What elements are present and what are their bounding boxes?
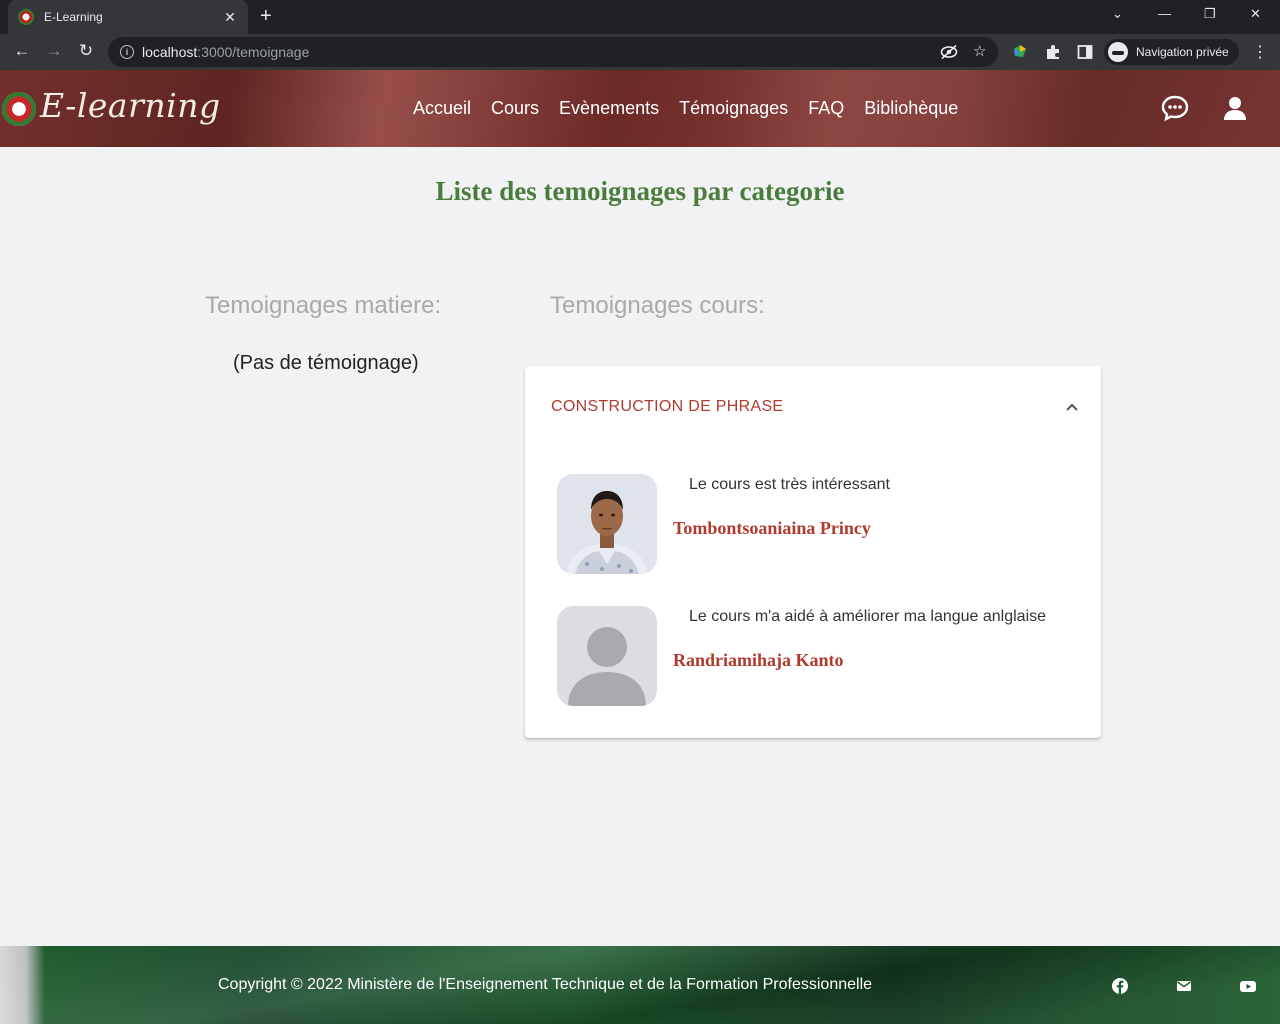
logo-emblem-icon[interactable] <box>2 92 36 126</box>
close-window-icon[interactable]: ✕ <box>1250 6 1261 22</box>
site-info-icon[interactable]: i <box>120 45 134 59</box>
facebook-icon[interactable] <box>1111 977 1129 995</box>
site-logo-text[interactable]: E-learning <box>40 86 221 125</box>
side-panel-icon[interactable] <box>1076 43 1094 61</box>
matiere-heading: Temoignages matiere: <box>205 292 442 319</box>
back-icon[interactable]: ← <box>12 42 32 60</box>
testimonial-item: Le cours est très intéressant Tombontsoa… <box>557 474 1077 574</box>
tab-title: E-Learning <box>44 10 103 24</box>
private-label: Navigation privée <box>1136 45 1229 59</box>
nav-item-cours[interactable]: Cours <box>491 98 539 119</box>
page-title: Liste des temoignages par categorie <box>435 176 845 206</box>
nav-item-bibliotheque[interactable]: Bibliohèque <box>864 98 958 119</box>
chat-icon[interactable] <box>1161 94 1189 122</box>
course-accordion-card: CONSTRUCTION DE PHRASE Le cours est très… <box>525 366 1101 738</box>
nav-item-evenements[interactable]: Evènements <box>559 98 659 119</box>
close-tab-icon[interactable]: ✕ <box>222 9 238 26</box>
chevron-up-icon[interactable] <box>1065 400 1079 414</box>
nav-item-temoignages[interactable]: Témoignages <box>679 98 788 119</box>
bookmark-star-icon[interactable]: ☆ <box>973 42 986 60</box>
incognito-icon <box>1108 42 1128 62</box>
cours-heading: Temoignages cours: <box>550 292 765 319</box>
minimize-icon[interactable]: — <box>1158 6 1171 21</box>
default-avatar <box>557 606 657 706</box>
site-footer: Copyright © 2022 Ministère de l'Enseigne… <box>0 946 1280 1024</box>
restore-icon[interactable]: ❐ <box>1204 6 1216 22</box>
nav-item-accueil[interactable]: Accueil <box>413 98 471 119</box>
main-nav: Accueil Cours Evènements Témoignages FAQ… <box>413 98 978 119</box>
reload-icon[interactable]: ↻ <box>76 42 96 60</box>
extension-color-icon[interactable] <box>1011 43 1029 61</box>
browser-toolbar: ← → ↻ i localhost:3000/temoignage ☆ Navi… <box>0 34 1280 70</box>
youtube-icon[interactable] <box>1239 977 1257 995</box>
browser-menu-icon[interactable]: ⋮ <box>1252 42 1268 62</box>
course-accordion-title[interactable]: CONSTRUCTION DE PHRASE <box>551 398 783 416</box>
new-tab-icon[interactable]: + <box>260 6 272 26</box>
tab-search-icon[interactable]: ⌄ <box>1112 6 1123 22</box>
no-testimony-text: (Pas de témoignage) <box>233 352 419 374</box>
mail-icon[interactable] <box>1175 977 1193 995</box>
url-path: :3000/temoignage <box>197 44 310 60</box>
nav-item-faq[interactable]: FAQ <box>808 98 844 119</box>
private-browsing-badge[interactable]: Navigation privée <box>1104 39 1239 65</box>
browser-tabstrip: E-Learning ✕ + ⌄ — ❐ ✕ <box>0 0 1280 34</box>
extensions-puzzle-icon[interactable] <box>1044 43 1062 61</box>
browser-tab[interactable]: E-Learning ✕ <box>8 0 248 34</box>
testimonial-author: Tombontsoaniaina Princy <box>673 518 871 538</box>
eye-off-icon[interactable] <box>940 44 958 60</box>
url-host: localhost <box>142 44 198 60</box>
address-bar[interactable]: i localhost:3000/temoignage <box>108 37 998 67</box>
site-favicon-icon <box>18 9 34 25</box>
testimonial-quote: Le cours est très intéressant <box>689 476 890 493</box>
testimonial-quote: Le cours m'a aidé à améliorer ma langue … <box>689 608 1047 625</box>
copyright-text: Copyright © 2022 Ministère de l'Enseigne… <box>218 976 873 993</box>
testimonial-author: Randriamihaja Kanto <box>673 650 844 670</box>
forward-icon[interactable]: → <box>44 42 64 60</box>
photo-avatar <box>557 474 657 574</box>
user-account-icon[interactable] <box>1221 94 1249 122</box>
site-header: E-learning Accueil Cours Evènements Témo… <box>0 70 1280 147</box>
testimonial-item: Le cours m'a aidé à améliorer ma langue … <box>557 606 1077 706</box>
